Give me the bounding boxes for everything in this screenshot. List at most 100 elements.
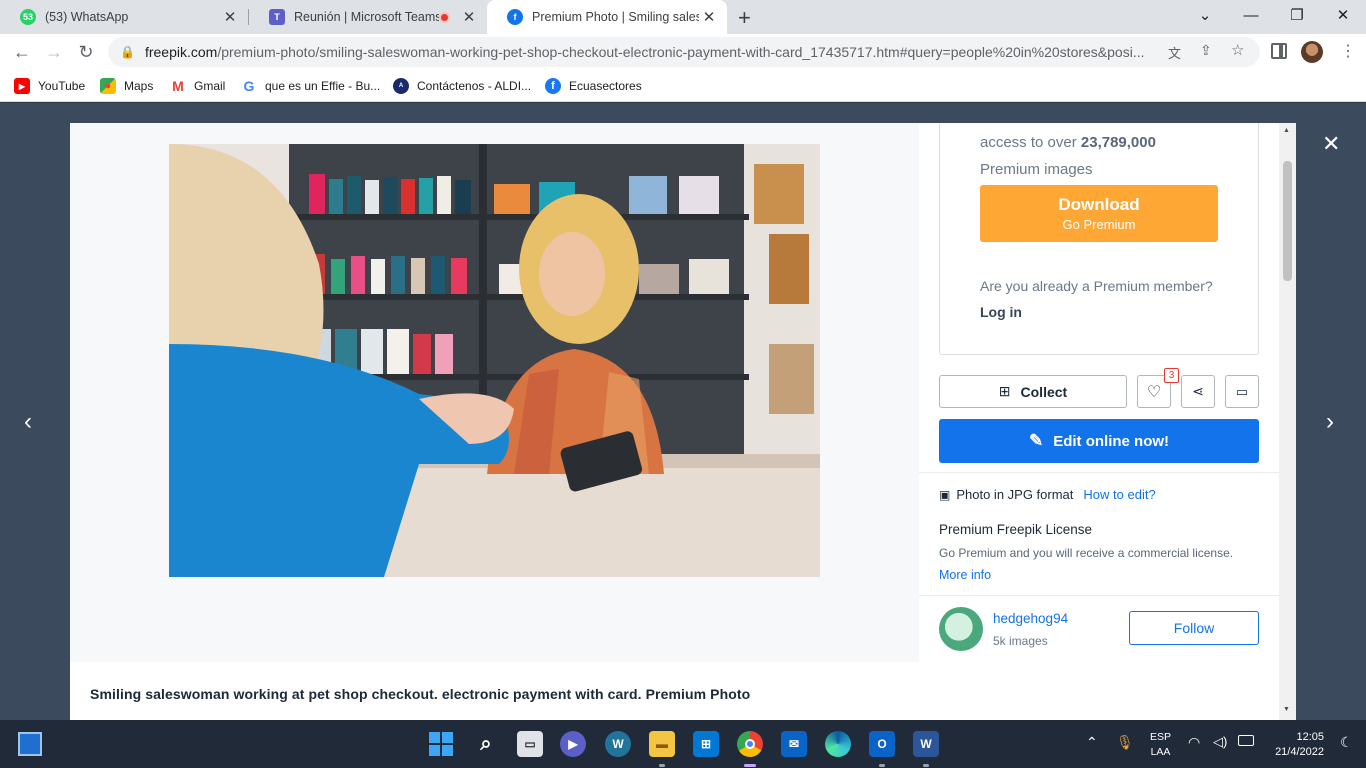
bookmark-star-icon[interactable]: ☆ <box>1231 41 1244 59</box>
photo-sidebar: access to over 23,789,000 Premium images… <box>919 123 1279 662</box>
address-bar[interactable]: 🔒 freepik.com/premium-photo/smiling-sale… <box>108 37 1260 67</box>
close-modal-icon[interactable]: ✕ <box>1322 131 1340 157</box>
bookmark-gmail[interactable]: M Gmail <box>170 76 225 96</box>
follow-button[interactable]: Follow <box>1129 611 1259 645</box>
scroll-thumb[interactable] <box>1283 161 1292 281</box>
edit-online-button[interactable]: ✎ Edit online now! <box>939 419 1259 463</box>
search-icon[interactable]: ⌕ <box>473 731 499 757</box>
tab-teams[interactable]: T Reunión | Microsoft Teams ✕ <box>249 0 487 34</box>
tray-chevron-icon[interactable]: ⌃ <box>1086 734 1098 751</box>
bookmark-youtube[interactable]: ▶ YouTube <box>14 76 85 96</box>
microphone-icon[interactable]: 🎙 <box>1116 734 1134 751</box>
teams-chat-icon[interactable]: ▶ <box>560 731 586 757</box>
battery-icon[interactable] <box>1238 735 1254 746</box>
divider <box>919 472 1279 473</box>
share-button[interactable]: ⋖ <box>1181 375 1215 408</box>
freepik-icon: f <box>507 9 523 25</box>
pencil-icon: ✎ <box>1028 431 1044 450</box>
clock[interactable]: 12:05 21/4/2022 <box>1266 730 1324 760</box>
google-icon: G <box>243 78 255 94</box>
scroll-up-icon[interactable]: ▲ <box>1283 127 1290 134</box>
lock-icon: 🔒 <box>120 45 135 59</box>
premium-images-text: Premium images <box>980 161 1093 178</box>
close-window-icon[interactable]: ✕ <box>1320 0 1366 30</box>
tab-whatsapp[interactable]: 53 (53) WhatsApp ✕ <box>0 0 248 34</box>
file-explorer-icon[interactable]: ▬ <box>649 731 675 757</box>
close-tab-icon[interactable]: ✕ <box>220 8 240 26</box>
bookmark-effie[interactable]: Gque es un Effie - Bu... <box>241 76 381 96</box>
minimize-icon[interactable]: — <box>1228 0 1274 30</box>
task-view-icon[interactable]: ▭ <box>517 731 543 757</box>
author-name[interactable]: hedgehog94 <box>993 611 1068 626</box>
teams-icon: T <box>269 9 285 25</box>
tab-strip: 53 (53) WhatsApp ✕ T Reunión | Microsoft… <box>0 0 1366 34</box>
translate-icon[interactable]: 文 <box>1168 43 1181 62</box>
scroll-down-icon[interactable]: ▼ <box>1283 706 1290 713</box>
collect-button[interactable]: ⊞ Collect <box>939 375 1127 408</box>
modal-scrollbar[interactable]: ▲ ▼ <box>1279 123 1296 720</box>
photo-preview[interactable] <box>169 144 820 577</box>
folder-plus-icon: ⊞ <box>998 383 1011 399</box>
running-indicator <box>879 764 885 767</box>
reload-icon[interactable]: ↻ <box>72 38 100 66</box>
mail-icon[interactable]: ✉ <box>781 731 807 757</box>
running-indicator <box>659 764 665 767</box>
volume-icon[interactable]: ◁) <box>1213 734 1227 750</box>
url-text[interactable]: freepik.com/premium-photo/smiling-salesw… <box>145 44 1165 60</box>
facebook-icon: f <box>545 78 561 94</box>
author-images-count: 5k images <box>993 634 1048 648</box>
tab-search-icon[interactable]: ⌄ <box>1182 0 1228 30</box>
more-info-link[interactable]: More info <box>939 568 991 582</box>
chrome-icon[interactable] <box>737 731 763 757</box>
tab-freepik[interactable]: f Premium Photo | Smiling saleswo ✕ <box>487 0 727 34</box>
outlook-icon[interactable]: O <box>869 731 895 757</box>
comment-button[interactable]: ▭ <box>1225 375 1259 408</box>
bookmark-ecuasectores[interactable]: f Ecuasectores <box>545 76 642 96</box>
heart-icon: ♡ <box>1146 383 1162 401</box>
widgets-icon[interactable] <box>18 732 42 756</box>
new-tab-icon[interactable]: + <box>738 5 751 31</box>
previous-arrow-icon[interactable]: ‹ <box>24 408 32 436</box>
comment-icon: ▭ <box>1235 383 1249 399</box>
word-icon[interactable]: W <box>913 731 939 757</box>
divider <box>919 595 1279 596</box>
side-panel-icon[interactable] <box>1271 43 1287 59</box>
running-indicator <box>923 764 929 767</box>
close-tab-icon[interactable]: ✕ <box>459 8 479 26</box>
how-to-edit-link[interactable]: How to edit? <box>1083 487 1155 502</box>
access-text: access to over 23,789,000 <box>980 134 1156 151</box>
profile-avatar[interactable] <box>1301 41 1323 63</box>
photo-modal: access to over 23,789,000 Premium images… <box>70 123 1296 720</box>
format-row: ▣ Photo in JPG format How to edit? <box>939 487 1156 502</box>
edge-icon[interactable] <box>825 731 851 757</box>
download-button[interactable]: Download Go Premium <box>980 185 1218 242</box>
taskbar: ⌕ ▭ ▶ W ▬ ⊞ ✉ O W ⌃ 🎙 ESP LAA ◠ ◁) 12:05… <box>0 720 1366 768</box>
active-indicator <box>744 764 756 767</box>
close-tab-icon[interactable]: ✕ <box>699 8 719 26</box>
author-avatar[interactable] <box>939 607 983 651</box>
language-indicator[interactable]: ESP LAA <box>1150 730 1171 760</box>
wifi-icon[interactable]: ◠ <box>1188 734 1200 751</box>
like-count-badge: 3 <box>1164 368 1179 383</box>
bookmark-maps[interactable]: ● Maps <box>100 76 153 96</box>
store-icon[interactable]: ⊞ <box>693 731 719 757</box>
photo-illustration <box>169 144 820 577</box>
caption-bar: Smiling saleswoman working at pet shop c… <box>70 662 1279 720</box>
start-icon[interactable] <box>428 731 454 757</box>
wordpress-icon[interactable]: W <box>605 731 631 757</box>
photo-caption: Smiling saleswoman working at pet shop c… <box>90 686 751 702</box>
bookmark-aldi[interactable]: A Contáctenos - ALDI... <box>393 76 531 96</box>
maps-icon: ● <box>100 78 116 94</box>
notifications-icon[interactable]: ☾ <box>1340 734 1353 751</box>
next-arrow-icon[interactable]: › <box>1326 408 1334 436</box>
share-icon[interactable]: ⇪ <box>1200 42 1212 59</box>
page-backdrop: ‹ › ✕ access to over 23,789,000 Premium … <box>0 103 1366 720</box>
back-icon[interactable]: ← <box>8 38 36 66</box>
menu-icon[interactable]: ⋮ <box>1340 41 1356 61</box>
maximize-icon[interactable]: ❐ <box>1274 0 1320 30</box>
youtube-icon: ▶ <box>14 78 30 94</box>
image-icon: ▣ <box>939 487 951 502</box>
browser-toolbar: ← → ↻ 🔒 freepik.com/premium-photo/smilin… <box>0 34 1366 70</box>
forward-icon[interactable]: → <box>40 38 68 66</box>
login-link[interactable]: Log in <box>980 304 1022 320</box>
